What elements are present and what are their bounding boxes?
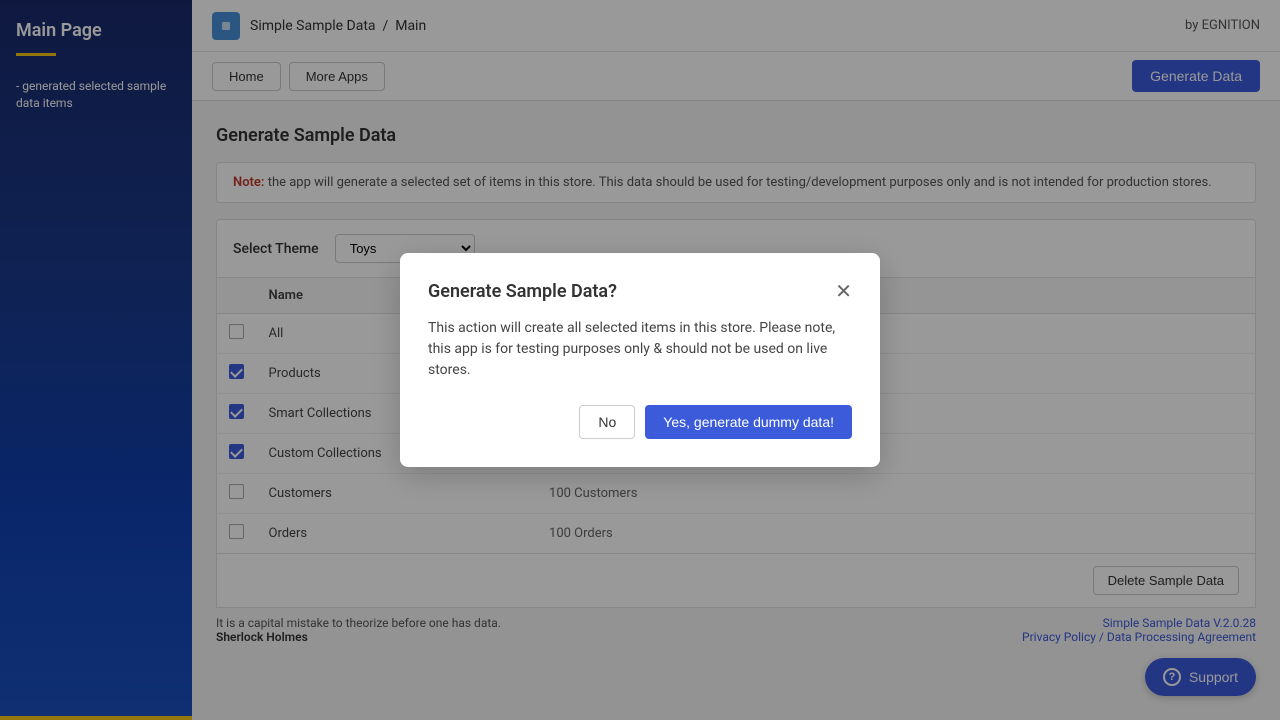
modal-dialog: Generate Sample Data? ✕ This action will… <box>400 253 880 467</box>
modal-header: Generate Sample Data? ✕ <box>428 281 852 302</box>
modal-overlay[interactable]: Generate Sample Data? ✕ This action will… <box>0 0 1280 720</box>
modal-title: Generate Sample Data? <box>428 281 617 302</box>
modal-no-button[interactable]: No <box>579 405 635 439</box>
modal-close-button[interactable]: ✕ <box>835 282 852 302</box>
modal-body: This action will create all selected ite… <box>428 318 852 381</box>
modal-footer: No Yes, generate dummy data! <box>428 405 852 439</box>
modal-yes-button[interactable]: Yes, generate dummy data! <box>645 405 852 439</box>
